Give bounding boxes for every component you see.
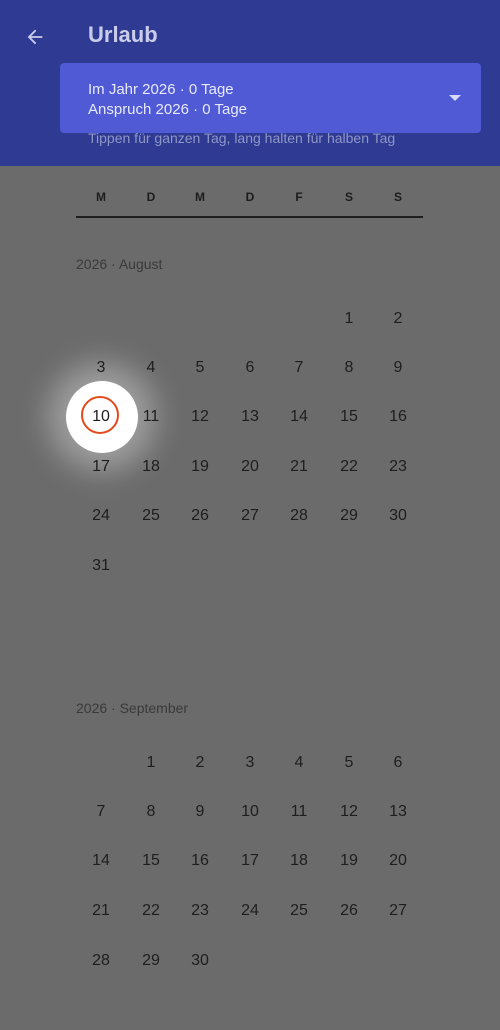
summary-entitlement: Anspruch 2026 · 0 Tage [88,101,248,118]
day-cell[interactable]: 22 [131,896,171,926]
day-cell[interactable]: 3 [81,353,121,383]
weekday-label: S [344,190,353,204]
day-cell[interactable]: 3 [230,748,270,778]
weekday-label: M [195,190,205,204]
day-cell[interactable]: 19 [180,452,220,482]
dropdown-arrow-icon [449,95,461,101]
weekday-label: S [393,190,402,204]
day-cell[interactable]: 15 [329,402,369,432]
day-cell[interactable]: 28 [81,946,121,976]
app-bar: Urlaub Im Jahr 2026 · 0 Tage Anspruch 20… [0,0,500,166]
day-cell[interactable]: 12 [329,797,369,827]
day-cell[interactable]: 23 [378,452,418,482]
day-cell[interactable]: 23 [180,896,220,926]
weekday-label: M [96,190,106,204]
day-cell[interactable]: 31 [81,551,121,581]
day-cell[interactable]: 25 [279,896,319,926]
day-cell[interactable]: 16 [180,846,220,876]
day-cell[interactable]: 6 [230,353,270,383]
month-label-september: 2026 · September [76,700,189,716]
day-cell[interactable]: 2 [180,748,220,778]
day-cell[interactable]: 24 [230,896,270,926]
day-cell[interactable]: 21 [81,896,121,926]
day-cell[interactable]: 8 [131,797,171,827]
page-title: Urlaub [88,22,158,47]
day-cell[interactable]: 11 [279,797,319,827]
day-cell[interactable]: 19 [329,846,369,876]
day-cell[interactable]: 21 [279,452,319,482]
day-cell[interactable]: 8 [329,353,369,383]
day-cell[interactable]: 4 [279,748,319,778]
day-cell[interactable]: 5 [329,748,369,778]
day-cell[interactable]: 9 [378,353,418,383]
day-cell[interactable]: 29 [131,946,171,976]
day-cell[interactable]: 27 [378,896,418,926]
back-button[interactable] [20,22,50,52]
weekday-label: D [146,190,156,204]
day-cell[interactable]: 7 [279,353,319,383]
day-cell[interactable]: 20 [230,452,270,482]
weekday-header: M D M D F S S [76,186,423,218]
day-cell[interactable]: 1 [329,304,369,334]
day-cell[interactable]: 9 [180,797,220,827]
day-cell[interactable]: 6 [378,748,418,778]
day-cell[interactable]: 29 [329,501,369,531]
day-cell[interactable]: 12 [180,402,220,432]
day-cell[interactable]: 20 [378,846,418,876]
day-cell[interactable]: 30 [378,501,418,531]
day-cell[interactable]: 18 [279,846,319,876]
day-cell[interactable]: 15 [131,846,171,876]
day-cell[interactable]: 2 [378,304,418,334]
day-cell[interactable]: 10 [230,797,270,827]
day-cell[interactable]: 13 [378,797,418,827]
day-cell[interactable]: 13 [230,402,270,432]
day-cell[interactable]: 1 [131,748,171,778]
arrow-left-icon [27,29,43,45]
summary-year-days: Im Jahr 2026 · 0 Tage [88,81,234,98]
day-cell[interactable]: 24 [81,501,121,531]
day-cell[interactable]: 26 [180,501,220,531]
day-cell[interactable]: 17 [230,846,270,876]
day-cell-today[interactable]: 10 [81,402,121,432]
month-label-august: 2026 · August [76,256,163,272]
day-cell[interactable]: 25 [131,501,171,531]
day-cell[interactable]: 30 [180,946,220,976]
day-cell[interactable]: 14 [279,402,319,432]
day-cell[interactable]: 14 [81,846,121,876]
day-cell[interactable]: 17 [81,452,121,482]
day-cell[interactable]: 18 [131,452,171,482]
weekday-label: D [245,190,255,204]
day-cell[interactable]: 22 [329,452,369,482]
day-cell[interactable]: 28 [279,501,319,531]
weekday-label: F [295,190,303,204]
usage-hint: Tippen für ganzen Tag, lang halten für h… [88,130,396,146]
day-cell[interactable]: 27 [230,501,270,531]
day-cell[interactable]: 26 [329,896,369,926]
day-cell[interactable]: 7 [81,797,121,827]
day-cell[interactable]: 4 [131,353,171,383]
day-cell[interactable]: 11 [131,402,171,432]
day-cell[interactable]: 16 [378,402,418,432]
vacation-summary-dropdown[interactable]: Im Jahr 2026 · 0 Tage Anspruch 2026 · 0 … [60,63,481,133]
day-cell[interactable]: 5 [180,353,220,383]
